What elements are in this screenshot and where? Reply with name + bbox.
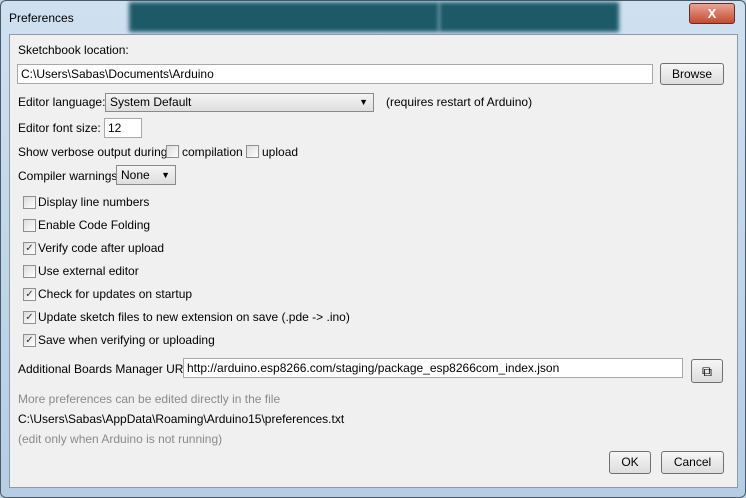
warnings-label: Compiler warnings: — [18, 169, 121, 183]
option-checkbox[interactable] — [23, 219, 36, 232]
option-checkbox[interactable]: ✓ — [23, 334, 36, 347]
window-title: Preferences — [9, 11, 74, 25]
language-select[interactable]: System Default ▼ — [105, 93, 374, 112]
chevron-down-icon: ▼ — [161, 170, 170, 180]
option-checkbox[interactable]: ✓ — [23, 311, 36, 324]
boards-label: Additional Boards Manager URLs: — [18, 362, 200, 376]
prefs-path: C:\Users\Sabas\AppData\Roaming\Arduino15… — [18, 412, 345, 426]
option-checkbox[interactable] — [23, 196, 36, 209]
option-label: Enable Code Folding — [38, 218, 151, 232]
background-blur — [129, 2, 439, 32]
compilation-checkbox[interactable] — [166, 145, 179, 158]
edit-note: (edit only when Arduino is not running) — [18, 432, 223, 446]
verbose-label: Show verbose output during: — [18, 145, 171, 159]
warnings-value: None — [121, 168, 150, 182]
background-blur — [439, 2, 619, 32]
option-label: Save when verifying or uploading — [38, 333, 215, 347]
boards-url-input[interactable]: http://arduino.esp8266.com/staging/packa… — [183, 358, 683, 378]
chevron-down-icon: ▼ — [359, 97, 368, 107]
upload-checkbox[interactable] — [246, 145, 259, 158]
option-checkbox[interactable]: ✓ — [23, 242, 36, 255]
option-checkbox[interactable] — [23, 265, 36, 278]
option-label: Update sketch files to new extension on … — [38, 310, 350, 324]
windows-icon: ⧉ — [702, 363, 712, 379]
language-note: (requires restart of Arduino) — [386, 95, 533, 109]
ok-button[interactable]: OK — [609, 451, 651, 474]
font-size-input[interactable]: 12 — [104, 118, 142, 138]
sketchbook-input[interactable]: C:\Users\Sabas\Documents\Arduino — [17, 64, 653, 84]
edit-urls-button[interactable]: ⧉ — [691, 359, 723, 383]
option-label: Verify code after upload — [38, 241, 165, 255]
option-label: Check for updates on startup — [38, 287, 193, 301]
more-prefs-text: More preferences can be edited directly … — [18, 392, 281, 406]
option-label: Display line numbers — [38, 195, 150, 209]
warnings-select[interactable]: None ▼ — [116, 165, 176, 185]
font-size-label: Editor font size: — [18, 121, 101, 135]
language-value: System Default — [110, 95, 192, 109]
browse-button[interactable]: Browse — [660, 63, 724, 85]
sketchbook-label: Sketchbook location: — [18, 43, 129, 57]
language-label: Editor language: — [18, 95, 106, 109]
upload-label: upload — [262, 145, 299, 159]
option-label: Use external editor — [38, 264, 139, 278]
compilation-label: compilation — [182, 145, 243, 159]
close-button[interactable]: X — [689, 3, 735, 24]
cancel-button[interactable]: Cancel — [661, 451, 724, 474]
option-checkbox[interactable]: ✓ — [23, 288, 36, 301]
